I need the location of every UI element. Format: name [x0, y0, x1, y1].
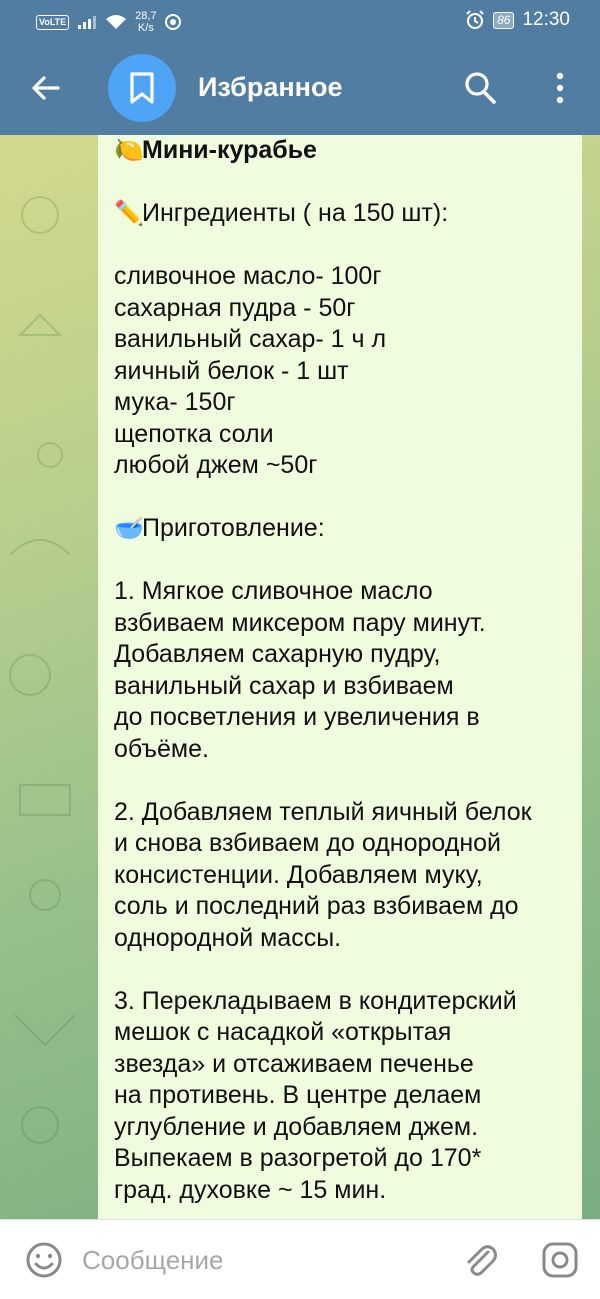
message-line: [114, 545, 580, 577]
message-line: Выпекаем в разогретой до 170*: [114, 1143, 580, 1175]
arrow-left-icon: [32, 76, 60, 100]
message-line-text: консистенции. Добавляем муку,: [114, 860, 483, 889]
message-line: [114, 230, 580, 262]
emoji-button[interactable]: [24, 1240, 64, 1280]
message-line-text: 3. Перекладываем в кондитерский: [114, 986, 517, 1015]
message-line-text: щепотка соли: [114, 419, 274, 448]
message-line-text: взбиваем миксером пару минут.: [114, 608, 486, 637]
kebab-menu-icon: [556, 72, 564, 104]
message-input[interactable]: [82, 1240, 442, 1280]
message-line: [114, 482, 580, 514]
message-line: звезда» и отсаживаем печенье: [114, 1049, 580, 1081]
message-line: взбиваем миксером пару минут.: [114, 608, 580, 640]
message-line-text: соль и последний раз взбиваем до: [114, 892, 519, 920]
chat-background: 🍋Мини-курабье ✏️Ингредиенты ( на 150 шт):…: [0, 135, 600, 1219]
message-line: на противень. В центре делаем: [114, 1080, 580, 1112]
message-line: сливочное масло- 100г: [114, 261, 580, 293]
message-line-text: Ингредиенты ( на 150 шт):: [142, 199, 449, 227]
message-line-text: однородной массы.: [114, 923, 342, 952]
message-line: 2. Добавляем теплый яичный белок: [114, 797, 580, 829]
status-right: 86 12:30: [465, 9, 570, 31]
message-line-text: сахарная пудра - 50г: [114, 293, 356, 322]
message-line-text: ванильный сахар и взбиваем: [114, 671, 454, 700]
message-line-text: на противень. В центре делаем: [114, 1081, 482, 1109]
message-line-text: сливочное масло- 100г: [114, 262, 382, 290]
message-emoji: 🥣: [114, 515, 144, 542]
message-line-text: 1. Мягкое сливочное масло: [114, 577, 433, 605]
message-line: любой джем ~50г: [114, 450, 580, 482]
message-line: 3. Перекладываем в кондитерский: [114, 986, 580, 1018]
alarm-icon: [466, 10, 484, 29]
network-speed: 28,7 K/s: [135, 10, 156, 34]
message-line: до посветления и увеличения в: [114, 702, 580, 734]
message-line: ванильный сахар и взбиваем: [114, 671, 580, 703]
message-bubble[interactable]: 🍋Мини-курабье ✏️Ингредиенты ( на 150 шт):…: [98, 135, 582, 1219]
message-line-text: град. духовке ~ 15 мин.: [114, 1175, 387, 1204]
message-line: углубление и добавляем джем.: [114, 1112, 580, 1144]
wifi-icon: [106, 15, 127, 29]
attach-button[interactable]: [460, 1240, 500, 1280]
message-line: 1. Мягкое сливочное масло: [114, 576, 580, 608]
message-line: щепотка соли: [114, 419, 580, 451]
message-line: сахарная пудра - 50г: [114, 293, 580, 325]
message-line-text: Приготовление:: [142, 514, 325, 542]
message-line: объёме.: [114, 734, 580, 766]
message-line-text: 2. Добавляем теплый яичный белок: [114, 797, 532, 826]
message-line-text: ванильный сахар- 1 ч л: [114, 325, 387, 353]
bookmark-icon: [130, 72, 154, 104]
battery-indicator: 86: [493, 11, 515, 29]
message-line: соль и последний раз взбиваем до: [114, 891, 580, 923]
search-button[interactable]: [462, 70, 498, 106]
message-line: мешок с насадкой «открытая: [114, 1017, 580, 1049]
message-line: [114, 954, 580, 986]
message-line-text: Выпекаем в разогретой до 170*: [114, 1144, 482, 1172]
message-line-text: яичный белок - 1 шт: [114, 356, 349, 385]
chat-header: Избранное: [0, 42, 600, 135]
message-line: мука- 150г: [114, 387, 580, 419]
message-line: ванильный сахар- 1 ч л: [114, 324, 580, 356]
message-line: [114, 167, 580, 199]
status-bar: VoLTE 28,7 K/s 86 12:30: [0, 0, 600, 42]
message-line: ✏️Ингредиенты ( на 150 шт):: [114, 198, 580, 230]
message-line: консистенции. Добавляем муку,: [114, 860, 580, 892]
back-button[interactable]: [28, 70, 64, 106]
volte-indicator: VoLTE: [36, 14, 70, 30]
camera-icon: [542, 1242, 578, 1278]
camera-button[interactable]: [540, 1240, 580, 1280]
message-line-text: и снова взбиваем до однородной: [114, 829, 501, 857]
message-line-text: Добавляем сахарную пудру,: [114, 640, 441, 668]
search-icon: [465, 72, 496, 104]
message-line: град. духовке ~ 15 мин.: [114, 1175, 580, 1207]
chrome-icon: [164, 14, 181, 30]
message-line-text: углубление и добавляем джем.: [114, 1112, 479, 1141]
speed-unit: K/s: [137, 22, 154, 34]
message-line: 🥣Приготовление:: [114, 513, 580, 545]
message-line: 🍋Мини-курабье: [114, 135, 580, 167]
message-text: 🍋Мини-курабье ✏️Ингредиенты ( на 150 шт):…: [114, 135, 580, 1206]
speed-value: 28,7: [135, 10, 157, 22]
message-line: и снова взбиваем до однородной: [114, 828, 580, 860]
message-line: однородной массы.: [114, 923, 580, 955]
chat-title[interactable]: Избранное: [198, 72, 342, 103]
message-line: Добавляем сахарную пудру,: [114, 639, 580, 671]
message-line: яичный белок - 1 шт: [114, 356, 580, 388]
message-emoji: ✏️: [114, 200, 144, 227]
chat-avatar[interactable]: [108, 54, 176, 122]
status-left: VoLTE 28,7 K/s: [36, 10, 181, 34]
message-line-text: любой джем ~50г: [114, 451, 318, 479]
message-line-text: мука- 150г: [114, 388, 236, 416]
message-input-bar: [0, 1219, 600, 1299]
message-line-text: объёме.: [114, 734, 209, 763]
message-line: [114, 765, 580, 797]
menu-button[interactable]: [548, 70, 572, 106]
message-line-text: звезда» и отсаживаем печенье: [114, 1049, 474, 1078]
message-line-text: мешок с насадкой «открытая: [114, 1018, 452, 1046]
clock: 12:30: [522, 9, 570, 30]
paperclip-icon: [467, 1245, 497, 1276]
smiley-icon: [26, 1242, 62, 1278]
signal-icon: [78, 16, 97, 29]
message-line-text: Мини-курабье: [142, 136, 317, 164]
message-line-text: до посветления и увеличения в: [114, 703, 480, 731]
message-emoji: 🍋: [114, 137, 144, 164]
